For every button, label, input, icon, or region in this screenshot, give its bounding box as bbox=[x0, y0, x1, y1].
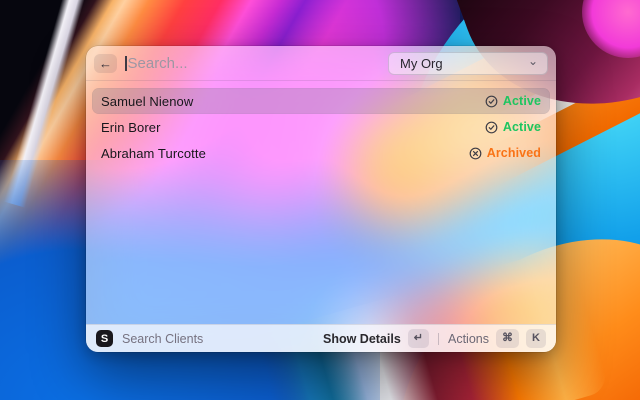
command-palette-window: ← My Org ⌄ Samuel Nienow bbox=[86, 46, 556, 352]
palette-footer: S Search Clients Show Details ↵ Actions … bbox=[86, 324, 556, 352]
footer-app-info: S Search Clients bbox=[96, 330, 203, 347]
k-key-badge[interactable]: K bbox=[526, 329, 546, 348]
check-circle-icon bbox=[485, 95, 498, 108]
search-input[interactable] bbox=[127, 54, 380, 72]
back-arrow-icon: ← bbox=[99, 55, 112, 71]
check-circle-icon bbox=[485, 121, 498, 134]
status-label: Active bbox=[502, 94, 541, 108]
client-row[interactable]: Abraham Turcotte Archived bbox=[92, 140, 550, 166]
desktop: ← My Org ⌄ Samuel Nienow bbox=[0, 0, 640, 400]
client-row[interactable]: Erin Borer Active bbox=[92, 114, 550, 140]
client-list: Samuel Nienow Active Erin Borer Active A… bbox=[86, 81, 556, 324]
show-details-button[interactable]: Show Details bbox=[323, 332, 401, 346]
back-button[interactable]: ← bbox=[94, 53, 117, 73]
text-caret bbox=[125, 55, 127, 71]
command-key-badge[interactable]: ⌘ bbox=[496, 329, 519, 348]
status-badge: Active bbox=[485, 94, 541, 108]
app-logo-icon: S bbox=[96, 330, 113, 347]
status-label: Active bbox=[502, 120, 541, 134]
footer-app-label: Search Clients bbox=[122, 331, 204, 346]
client-name: Abraham Turcotte bbox=[101, 145, 206, 161]
status-badge: Archived bbox=[469, 146, 541, 160]
footer-separator bbox=[438, 332, 439, 345]
return-key-badge[interactable]: ↵ bbox=[407, 329, 429, 348]
status-badge: Active bbox=[485, 120, 541, 134]
palette-header: ← My Org ⌄ bbox=[86, 46, 556, 80]
client-name: Samuel Nienow bbox=[101, 93, 194, 109]
client-row[interactable]: Samuel Nienow Active bbox=[92, 88, 550, 114]
org-dropdown[interactable]: My Org ⌄ bbox=[388, 51, 548, 75]
actions-button[interactable]: Actions bbox=[448, 332, 489, 346]
status-label: Archived bbox=[486, 146, 541, 160]
footer-actions: Show Details ↵ Actions ⌘ K bbox=[323, 329, 546, 348]
org-dropdown-value: My Org bbox=[400, 55, 443, 71]
search-field-wrap bbox=[125, 54, 380, 72]
x-circle-icon bbox=[469, 147, 482, 160]
client-name: Erin Borer bbox=[101, 119, 161, 135]
